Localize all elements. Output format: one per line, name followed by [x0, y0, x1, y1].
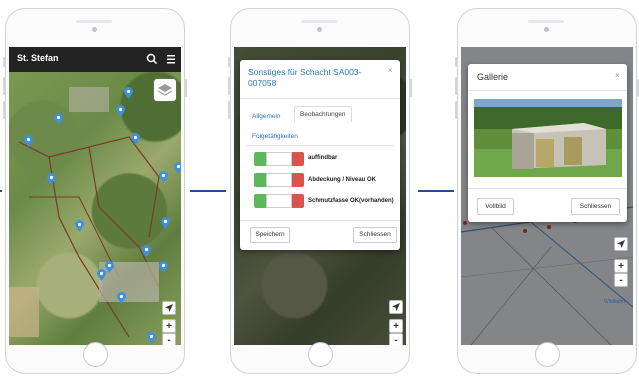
- zoom-out-button[interactable]: -: [614, 273, 628, 287]
- map-marker-icon[interactable]: [47, 173, 56, 185]
- phone-camera: [317, 27, 322, 32]
- side-button: [3, 77, 6, 95]
- side-button: [455, 57, 458, 67]
- locate-button[interactable]: [162, 301, 176, 315]
- phone-frame-2: + - Sonstiges für Schacht SA003-007058 ×…: [228, 8, 412, 374]
- map-marker-icon[interactable]: [117, 292, 126, 304]
- map-marker-icon[interactable]: [159, 171, 168, 183]
- side-button: [409, 79, 412, 97]
- locate-icon: [617, 240, 625, 248]
- side-button: [455, 101, 458, 119]
- tab-beobachtungen[interactable]: Beobachtungen: [294, 106, 352, 122]
- divider: [468, 90, 627, 91]
- divider: [240, 220, 400, 221]
- observation-label: auffindbar: [308, 155, 338, 161]
- map-marker-icon[interactable]: [131, 133, 140, 145]
- tab-allgemein[interactable]: Allgemein: [252, 113, 281, 120]
- fullscreen-button[interactable]: Vollbild: [477, 198, 514, 215]
- observation-toggle[interactable]: [254, 173, 304, 187]
- zoom-out-button[interactable]: -: [162, 333, 176, 345]
- tab-folgetaetigkeiten[interactable]: Folgetätigkeiten: [252, 133, 298, 140]
- side-button: [3, 57, 6, 67]
- save-button[interactable]: Speichern: [250, 227, 290, 243]
- locate-icon: [392, 303, 400, 311]
- observation-toggle[interactable]: [254, 194, 304, 208]
- side-button: [3, 101, 6, 119]
- map-marker-icon[interactable]: [174, 162, 181, 174]
- map-marker-icon[interactable]: [24, 135, 33, 147]
- home-button[interactable]: [535, 342, 560, 367]
- observation-dialog: Sonstiges für Schacht SA003-007058 × All…: [240, 60, 400, 250]
- zoom-in-button[interactable]: +: [614, 259, 628, 273]
- layers-button[interactable]: [154, 79, 176, 101]
- map-marker-icon[interactable]: [147, 332, 156, 344]
- map-marker-icon[interactable]: [161, 217, 170, 229]
- app-title: St. Stefan: [17, 53, 59, 63]
- dialog-title: Sonstiges für Schacht SA003-007058: [248, 67, 362, 88]
- home-button[interactable]: [83, 342, 108, 367]
- map-marker-icon[interactable]: [75, 220, 84, 232]
- map-marker-icon[interactable]: [124, 87, 133, 99]
- divider: [246, 145, 394, 146]
- manhole-photo[interactable]: [474, 99, 622, 177]
- locate-button[interactable]: [389, 300, 403, 314]
- phone-speaker: [76, 20, 112, 23]
- observation-toggle[interactable]: [254, 152, 304, 166]
- search-icon[interactable]: [146, 52, 158, 66]
- side-button: [228, 57, 231, 67]
- connector-line: [190, 190, 226, 192]
- close-button[interactable]: Schliessen: [571, 198, 620, 215]
- observation-label: Abdeckung / Niveau OK: [308, 177, 377, 183]
- side-button: [455, 77, 458, 95]
- layers-icon: [157, 84, 173, 96]
- zoom-out-button[interactable]: -: [389, 333, 403, 345]
- phone-frame-3: Wildbahn + - Gallerie × Vollbild Schlies…: [455, 8, 639, 374]
- phone-frame-1: St. Stefan + -: [3, 8, 187, 374]
- dialog-title: Gallerie: [477, 72, 509, 82]
- zoom-in-button[interactable]: +: [162, 319, 176, 333]
- map-marker-icon[interactable]: [54, 113, 63, 125]
- locate-button[interactable]: [614, 237, 628, 251]
- connector-line: [418, 190, 454, 192]
- gallery-screen: Wildbahn + - Gallerie × Vollbild Schlies…: [461, 47, 633, 345]
- divider: [240, 98, 400, 99]
- side-button: [228, 101, 231, 119]
- side-button: [184, 79, 187, 97]
- map-marker-icon[interactable]: [159, 261, 168, 273]
- close-icon[interactable]: ×: [388, 66, 393, 75]
- phone-speaker: [528, 20, 564, 23]
- observation-screen: + - Sonstiges für Schacht SA003-007058 ×…: [234, 47, 406, 345]
- menu-icon[interactable]: [165, 52, 177, 66]
- locate-icon: [165, 304, 173, 312]
- zoom-in-button[interactable]: +: [389, 319, 403, 333]
- close-button[interactable]: Schliessen: [353, 227, 397, 243]
- map-place-label: Wildbahn: [604, 299, 625, 305]
- map-marker-icon[interactable]: [97, 269, 106, 281]
- map-screen[interactable]: St. Stefan + -: [9, 47, 181, 345]
- phone-camera: [544, 27, 549, 32]
- gallery-dialog: Gallerie × Vollbild Schliessen: [468, 64, 627, 222]
- observation-label: Schmutzfasse OK(vorhanden): [308, 198, 394, 204]
- divider: [468, 188, 627, 189]
- home-button[interactable]: [308, 342, 333, 367]
- close-icon[interactable]: ×: [615, 71, 620, 80]
- connector-line: [0, 190, 2, 192]
- map-marker-icon[interactable]: [105, 261, 114, 273]
- phone-speaker: [301, 20, 337, 23]
- phone-camera: [92, 27, 97, 32]
- app-header: St. Stefan: [9, 47, 181, 72]
- map-marker-icon[interactable]: [142, 245, 151, 257]
- side-button: [228, 77, 231, 95]
- map-marker-icon[interactable]: [116, 105, 125, 117]
